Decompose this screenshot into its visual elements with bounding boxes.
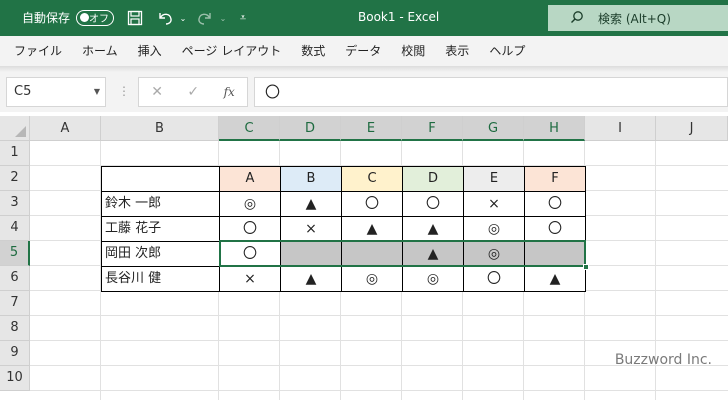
row-header[interactable]: 4 (0, 216, 30, 241)
ribbon-tab[interactable]: ヘルプ (479, 36, 535, 66)
ribbon-tab[interactable]: データ (335, 36, 391, 66)
name-box[interactable]: C5 ▼ (6, 77, 106, 107)
undo-dropdown-icon[interactable]: ⌄ (174, 9, 192, 27)
search-placeholder: 検索 (Alt+Q) (598, 11, 671, 26)
mark-cell[interactable] (341, 241, 403, 267)
table-header-cell[interactable]: B (280, 166, 342, 192)
column-header[interactable]: C (219, 116, 280, 141)
row-header[interactable]: 7 (0, 291, 30, 316)
person-name-cell[interactable]: 長谷川 健 (101, 266, 220, 292)
column-header[interactable]: H (524, 116, 585, 141)
save-icon[interactable] (126, 9, 144, 27)
check-icon[interactable]: ✓ (187, 84, 199, 100)
column-header[interactable]: A (30, 116, 101, 141)
mark-cell[interactable]: 〇 (524, 191, 586, 217)
row-header[interactable]: 3 (0, 191, 30, 216)
person-name-cell[interactable]: 岡田 次郎 (101, 241, 220, 267)
customize-toolbar-icon[interactable]: ⩡ (234, 9, 252, 27)
autosave-control[interactable]: 自動保存 オフ (22, 9, 115, 26)
table-corner-cell[interactable] (101, 166, 220, 192)
autosave-state: オフ (89, 14, 110, 25)
table-header-cell[interactable]: C (341, 166, 403, 192)
search-icon (570, 10, 584, 27)
mark-cell[interactable]: × (280, 216, 342, 242)
row-header[interactable]: 8 (0, 316, 30, 341)
redo-icon[interactable] (196, 9, 214, 27)
redo-dropdown-icon[interactable]: ⌄ (214, 9, 232, 27)
table-header-cell[interactable]: F (524, 166, 586, 192)
column-header[interactable]: J (656, 116, 728, 141)
mark-cell[interactable]: ▲ (524, 266, 586, 292)
mark-cell[interactable]: ▲ (402, 241, 464, 267)
mark-cell[interactable]: ◎ (402, 266, 464, 292)
mark-cell[interactable]: ◎ (341, 266, 403, 292)
column-header[interactable]: G (463, 116, 524, 141)
mark-cell[interactable]: 〇 (219, 216, 281, 242)
row-header[interactable]: 6 (0, 266, 30, 291)
ribbon-tabs: ファイル ホーム 挿入 ページ レイアウト 数式 データ 校閲 表示 ヘルプ (0, 36, 728, 66)
ribbon-tab[interactable]: ホーム (72, 36, 128, 66)
mark-cell[interactable]: 〇 (524, 216, 586, 242)
column-header[interactable]: B (101, 116, 219, 141)
autosave-label: 自動保存 (22, 11, 71, 25)
column-header[interactable]: F (402, 116, 463, 141)
mark-cell[interactable]: ▲ (402, 216, 464, 242)
formula-buttons: ✕ ✓ fx (138, 77, 248, 107)
mark-cell[interactable]: 〇 (341, 191, 403, 217)
row-header[interactable]: 9 (0, 341, 30, 366)
column-header[interactable]: I (585, 116, 656, 141)
table-header-cell[interactable]: E (463, 166, 525, 192)
toggle-knob-icon (80, 12, 90, 22)
column-header[interactable]: E (341, 116, 402, 141)
formula-bar: C5 ▼ ⋮ ✕ ✓ fx 〇 (0, 72, 728, 112)
mark-cell[interactable]: 〇 (402, 191, 464, 217)
ribbon-tab[interactable]: 数式 (291, 36, 335, 66)
insert-function-icon[interactable]: fx (224, 85, 235, 99)
table-header-cell[interactable]: D (402, 166, 464, 192)
mark-cell[interactable]: ◎ (219, 191, 281, 217)
mark-cell[interactable]: 〇 (219, 241, 281, 267)
mark-cell[interactable]: ▲ (341, 216, 403, 242)
ribbon-tab[interactable]: ページ レイアウト (172, 36, 292, 66)
mark-cell[interactable]: × (219, 266, 281, 292)
formula-input[interactable]: 〇 (254, 77, 728, 107)
watermark: Buzzword Inc. (614, 352, 712, 368)
ribbon-tab[interactable]: 表示 (435, 36, 479, 66)
mark-cell[interactable]: × (463, 191, 525, 217)
person-name-cell[interactable]: 鈴木 一郎 (101, 191, 220, 217)
autosave-toggle[interactable]: オフ (76, 9, 115, 26)
person-name-cell[interactable]: 工藤 花子 (101, 216, 220, 242)
mark-cell[interactable] (524, 241, 586, 267)
row-header[interactable]: 2 (0, 166, 30, 191)
mark-cell[interactable]: 〇 (463, 266, 525, 292)
row-header[interactable]: 5 (0, 241, 30, 266)
mark-cell[interactable] (280, 241, 342, 267)
column-header[interactable]: D (280, 116, 341, 141)
undo-icon[interactable] (156, 9, 174, 27)
mark-cell[interactable]: ▲ (280, 191, 342, 217)
table-header-cell[interactable]: A (219, 166, 281, 192)
chevron-down-icon[interactable]: ▼ (94, 78, 100, 106)
name-box-value: C5 (14, 84, 32, 99)
cancel-icon[interactable]: ✕ (151, 84, 163, 100)
ribbon-tab[interactable]: 挿入 (128, 36, 172, 66)
ribbon-tab[interactable]: 校閲 (391, 36, 435, 66)
fill-handle[interactable] (583, 264, 589, 270)
mark-cell[interactable]: ◎ (463, 216, 525, 242)
search-box[interactable]: 検索 (Alt+Q) (548, 5, 728, 31)
row-header[interactable]: 10 (0, 366, 30, 391)
mark-cell[interactable]: ◎ (463, 241, 525, 267)
drag-handle-icon[interactable]: ⋮ (118, 84, 130, 98)
select-all-icon (15, 126, 26, 137)
ribbon-tab[interactable]: ファイル (4, 36, 72, 66)
mark-cell[interactable]: ▲ (280, 266, 342, 292)
row-header[interactable]: 1 (0, 141, 30, 166)
document-title: Book1 - Excel (358, 10, 440, 24)
select-all-corner[interactable] (0, 116, 30, 141)
title-bar: 自動保存 オフ ⌄ ⌄ ⩡ Book1 - Excel 検索 (Alt+Q) (0, 0, 728, 36)
